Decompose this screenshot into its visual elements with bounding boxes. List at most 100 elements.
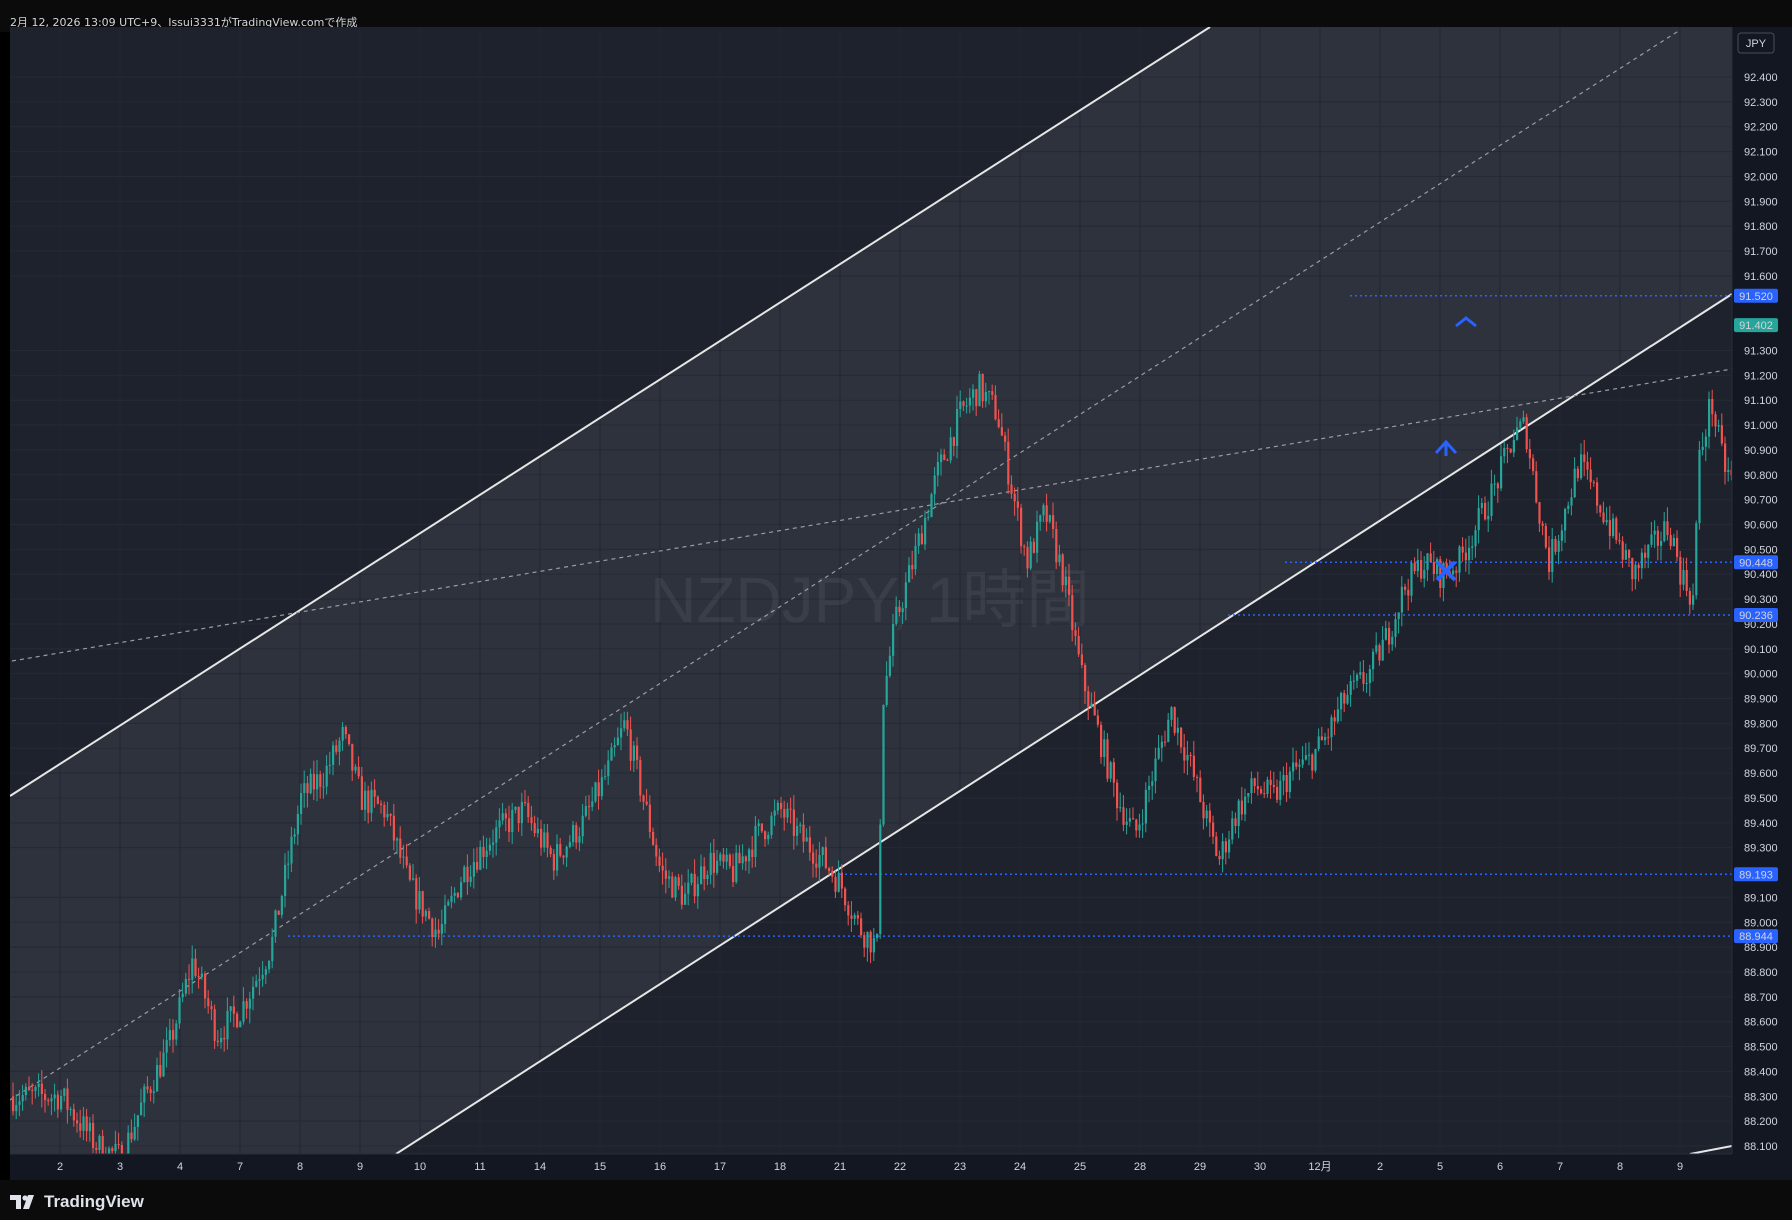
x-tick-label: 12月 [1308, 1161, 1331, 1173]
y-tick-label: 91.800 [1744, 221, 1778, 233]
x-tick-label: 4 [177, 1161, 183, 1173]
candle [879, 819, 882, 939]
y-tick-label: 89.000 [1744, 917, 1778, 929]
x-tick-label: 15 [594, 1161, 606, 1173]
candle [1698, 441, 1701, 530]
support-level-label: 90.236 [1739, 610, 1773, 622]
x-tick-label: 2 [1377, 1161, 1383, 1173]
x-tick-label: 17 [714, 1161, 726, 1173]
y-tick-label: 89.300 [1744, 843, 1778, 855]
x-tick-label: 29 [1194, 1161, 1206, 1173]
chart-canvas[interactable]: NZDJPY, 1時間 88.100 88.200 88.300 88.400 88.5… [0, 0, 1792, 1220]
y-tick-label: 90.600 [1744, 520, 1778, 532]
x-tick-label: 14 [534, 1161, 546, 1173]
y-tick-label: 91.100 [1744, 395, 1778, 407]
y-tick-label: 90.900 [1744, 445, 1778, 457]
candle [1544, 522, 1547, 550]
x-tick-label: 7 [237, 1161, 243, 1173]
y-tick-label: 91.900 [1744, 196, 1778, 208]
candle [1525, 413, 1528, 453]
tradingview-logo[interactable]: TradingView [10, 1192, 144, 1212]
candle [882, 704, 885, 827]
y-tick-label: 91.600 [1744, 271, 1778, 283]
x-tick-label: 9 [1677, 1161, 1683, 1173]
x-tick-label: 7 [1557, 1161, 1563, 1173]
y-tick-label: 88.400 [1744, 1066, 1778, 1078]
candle [277, 910, 280, 915]
x-tick-label: 2 [57, 1161, 63, 1173]
y-tick-label: 90.000 [1744, 669, 1778, 681]
candle [463, 865, 466, 883]
y-tick-label: 90.400 [1744, 569, 1778, 581]
y-tick-label: 91.300 [1744, 345, 1778, 357]
candle [978, 370, 981, 407]
x-tick-label: 8 [1617, 1161, 1623, 1173]
x-tick-label: 3 [117, 1161, 123, 1173]
candle [674, 875, 677, 902]
y-tick-label: 89.500 [1744, 793, 1778, 805]
candle [1615, 516, 1618, 544]
y-tick-label: 88.900 [1744, 942, 1778, 954]
y-tick-label: 91.200 [1744, 370, 1778, 382]
candle [930, 492, 933, 518]
x-tick-label: 5 [1437, 1161, 1443, 1173]
x-tick-label: 24 [1014, 1161, 1026, 1173]
y-tick-label: 90.100 [1744, 644, 1778, 656]
x-tick-label: 23 [954, 1161, 966, 1173]
x-tick-label: 11 [474, 1161, 485, 1173]
support-level-label: 91.520 [1739, 291, 1773, 303]
x-tick-label: 30 [1254, 1161, 1266, 1173]
y-tick-label: 91.700 [1744, 246, 1778, 258]
y-tick-label: 90.300 [1744, 594, 1778, 606]
y-tick-label: 88.600 [1744, 1017, 1778, 1029]
x-tick-label: 21 [834, 1161, 846, 1173]
footer-bar [0, 1180, 1792, 1220]
candle [770, 812, 773, 839]
candle [594, 781, 597, 803]
tradingview-logo-icon [10, 1195, 34, 1209]
y-tick-label: 92.100 [1744, 147, 1778, 159]
tradingview-logo-text: TradingView [44, 1192, 144, 1211]
candle [1106, 733, 1109, 782]
y-tick-label: 89.600 [1744, 768, 1778, 780]
y-tick-label: 89.700 [1744, 743, 1778, 755]
candle [1314, 748, 1317, 773]
y-tick-label: 90.500 [1744, 544, 1778, 556]
y-tick-label: 89.400 [1744, 818, 1778, 830]
currency-badge[interactable]: JPY [1737, 32, 1775, 54]
x-tick-label: 25 [1074, 1161, 1086, 1173]
y-tick-label: 92.400 [1744, 72, 1778, 84]
support-level-label: 88.944 [1739, 931, 1773, 943]
y-tick-label: 92.000 [1744, 171, 1778, 183]
x-tick-label: 10 [414, 1161, 426, 1173]
currency-badge-label: JPY [1746, 38, 1767, 50]
y-tick-label: 88.500 [1744, 1042, 1778, 1054]
x-tick-label: 6 [1497, 1161, 1503, 1173]
y-tick-label: 90.700 [1744, 495, 1778, 507]
y-tick-label: 92.200 [1744, 122, 1778, 134]
x-tick-label: 22 [894, 1161, 906, 1173]
y-tick-label: 89.100 [1744, 892, 1778, 904]
y-tick-label: 88.300 [1744, 1091, 1778, 1103]
y-tick-label: 88.700 [1744, 992, 1778, 1004]
x-tick-label: 16 [654, 1161, 666, 1173]
candle [236, 1011, 239, 1029]
symbol-watermark: NZDJPY, 1時間 [650, 564, 1090, 636]
support-level-label: 89.193 [1739, 869, 1773, 881]
candle [1695, 520, 1698, 600]
x-tick-label: 9 [357, 1161, 363, 1173]
y-tick-label: 92.300 [1744, 97, 1778, 109]
x-tick-label: 18 [774, 1161, 786, 1173]
time-axis-panel [10, 1154, 1732, 1180]
candle [639, 756, 642, 803]
y-tick-label: 89.800 [1744, 718, 1778, 730]
y-tick-label: 91.000 [1744, 420, 1778, 432]
candle [280, 894, 283, 919]
y-tick-label: 90.800 [1744, 470, 1778, 482]
candle [408, 863, 411, 882]
y-tick-label: 89.900 [1744, 694, 1778, 706]
candle [1173, 706, 1176, 736]
x-tick-label: 28 [1134, 1161, 1146, 1173]
y-tick-label: 88.200 [1744, 1116, 1778, 1128]
last-price-label: 91.402 [1739, 320, 1773, 332]
